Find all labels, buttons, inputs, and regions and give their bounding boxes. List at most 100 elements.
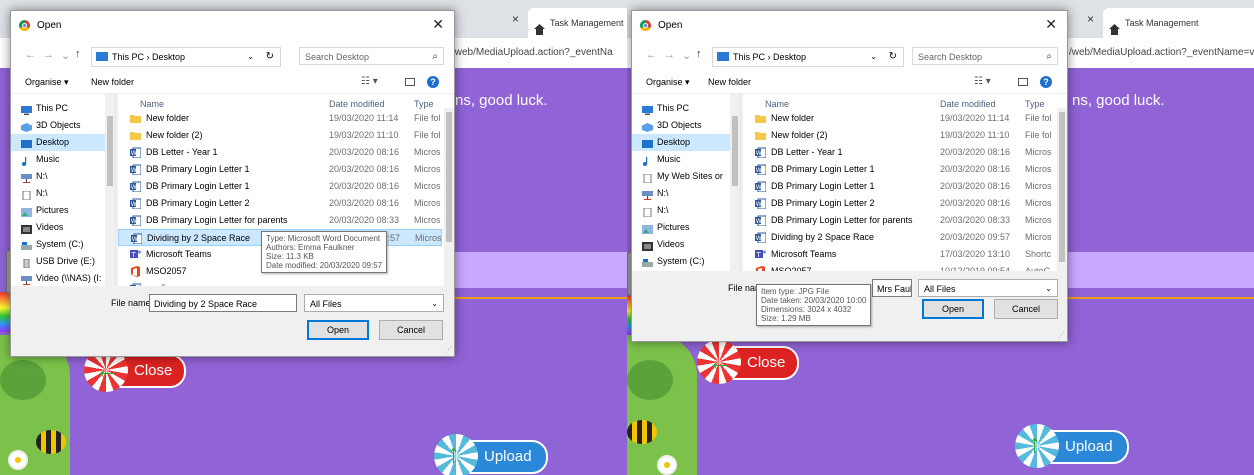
help-icon[interactable]: ?	[1040, 76, 1052, 88]
file-row[interactable]: W DB Letter - Year 1 20/03/2020 08:16 Micro…	[743, 144, 1055, 161]
file-row[interactable]: New folder (2) 19/03/2020 11:10 File fol	[743, 127, 1055, 144]
open-button[interactable]: Open	[307, 320, 369, 340]
file-row[interactable]: W Dividing by 2 Space Race 20/03/2020 09:5…	[743, 229, 1055, 246]
resize-grip-icon[interactable]: ⋰	[1058, 331, 1065, 339]
resize-grip-icon[interactable]: ⋰	[445, 346, 452, 354]
refresh-icon[interactable]: ↻	[266, 48, 274, 66]
nav-scrollbar[interactable]	[730, 94, 740, 294]
view-options-icon[interactable]: ☷ ▾	[361, 76, 378, 87]
column-header-name[interactable]: Name	[140, 99, 164, 109]
view-options-icon[interactable]: ☷ ▾	[974, 76, 991, 87]
file-date-modified: 20/03/2020 09:57	[940, 232, 1011, 242]
sidebar-item[interactable]: This PC	[640, 100, 689, 117]
file-row[interactable]: W DB Primary Login Letter 2 20/03/2020 08:…	[743, 195, 1055, 212]
sidebar-item[interactable]: System (C:)	[19, 236, 84, 253]
sidebar-item[interactable]: N:\	[640, 185, 669, 202]
file-name-input[interactable]: Dividing by 2 Space Race	[149, 294, 297, 312]
column-header-type[interactable]: Type	[414, 99, 434, 109]
file-row[interactable]: W DB Primary Login Letter for parents 20/0…	[743, 212, 1055, 229]
up-arrow-icon[interactable]: ↑	[75, 48, 81, 60]
browser-tab[interactable]: Task Management	[1103, 8, 1254, 38]
sidebar-item[interactable]: Video (\\NAS) (I:	[19, 270, 101, 287]
dialog-close-icon[interactable]: ✕	[1045, 16, 1057, 33]
sidebar-item[interactable]: Music	[640, 151, 681, 168]
file-name-input[interactable]: Mrs Faulkr	[872, 279, 912, 297]
breadcrumb[interactable]: This PC › Desktop ⌄ ↻	[712, 47, 904, 67]
recent-locations-icon[interactable]: ⌄	[61, 49, 70, 62]
file-row[interactable]: New folder (2) 19/03/2020 11:10 File fol	[118, 127, 442, 144]
preview-pane-icon[interactable]	[405, 78, 415, 86]
upload-button[interactable]: Upload	[434, 434, 548, 475]
open-button[interactable]: Open	[922, 299, 984, 319]
sidebar-item[interactable]: Desktop	[11, 134, 115, 151]
close-button[interactable]: Close	[84, 348, 187, 392]
breadcrumb[interactable]: This PC › Desktop ⌄ ↻	[91, 47, 281, 67]
close-button[interactable]: Close	[697, 340, 800, 384]
file-row[interactable]: W DB Letter - Year 1 20/03/2020 08:16 Micro…	[118, 144, 442, 161]
browser-tab[interactable]: Task Management	[528, 8, 627, 38]
file-list-scrollbar[interactable]	[1057, 108, 1067, 284]
column-header-date-modified[interactable]: Date modified	[329, 99, 385, 109]
file-list: Name Date modified Type New folder 19/03/…	[743, 94, 1067, 294]
file-type-select[interactable]: All Files ⌄	[304, 294, 444, 312]
chevron-down-icon[interactable]: ⌄	[247, 48, 254, 66]
sidebar-item[interactable]: Pictures	[640, 219, 690, 236]
file-row[interactable]: W DB Primary Login Letter 1 20/03/2020 08:…	[743, 178, 1055, 195]
sidebar-item[interactable]: This PC	[19, 100, 68, 117]
pc-icon	[21, 104, 32, 115]
column-header-date-modified[interactable]: Date modified	[940, 99, 996, 109]
file-row[interactable]: T Microsoft Teams 17/03/2020 13:10 Shortc	[743, 246, 1055, 263]
sidebar-item[interactable]: N:\	[640, 202, 669, 219]
sidebar-item[interactable]: Pictures	[19, 202, 69, 219]
sidebar-item[interactable]: Music	[19, 151, 60, 168]
sidebar-item[interactable]: My Web Sites or	[640, 168, 723, 185]
search-input[interactable]: Search Desktop ⌕	[912, 47, 1058, 65]
up-arrow-icon[interactable]: ↑	[696, 48, 702, 60]
file-row[interactable]: New folder 19/03/2020 11:14 File fol	[743, 110, 1055, 127]
tab-close-icon[interactable]: ×	[1087, 12, 1094, 26]
sidebar-item-label: This PC	[36, 103, 69, 113]
nav-scrollbar[interactable]	[105, 94, 115, 300]
file-row[interactable]: New folder 19/03/2020 11:14 File fol	[118, 110, 442, 127]
file-row[interactable]: W DB Primary Login Letter 1 20/03/2020 08:…	[118, 178, 442, 195]
preview-pane-icon[interactable]	[1018, 78, 1028, 86]
organise-menu[interactable]: Organise ▾	[25, 77, 69, 88]
sidebar-item[interactable]: 3D Objects	[19, 117, 81, 134]
help-icon[interactable]: ?	[427, 76, 439, 88]
file-row[interactable]: W DB Primary Login Letter for parents 20/0…	[118, 212, 442, 229]
upload-button[interactable]: Upload	[1015, 424, 1129, 468]
file-row[interactable]: W DB Primary Login Letter 2 20/03/2020 08:…	[118, 195, 442, 212]
tab-close-icon[interactable]: ×	[512, 12, 519, 26]
sidebar-item[interactable]: Desktop	[632, 134, 740, 151]
sidebar-item[interactable]: N:\	[19, 185, 48, 202]
sidebar-item[interactable]: Videos	[19, 219, 63, 236]
file-row[interactable]: W DB Primary Login Letter 1 20/03/2020 08:…	[118, 161, 442, 178]
organise-menu[interactable]: Organise ▾	[646, 77, 690, 88]
back-arrow-icon[interactable]: ←	[25, 49, 36, 61]
sidebar-item[interactable]: USB Drive (E:)	[19, 253, 95, 270]
dialog-close-icon[interactable]: ✕	[432, 16, 444, 33]
file-type-select[interactable]: All Files ⌄	[918, 279, 1058, 297]
new-folder-button[interactable]: New folder	[708, 77, 751, 87]
file-row[interactable]: W DB Primary Login Letter 1 20/03/2020 08:…	[743, 161, 1055, 178]
column-header-name[interactable]: Name	[765, 99, 789, 109]
sidebar-item[interactable]: N:\	[19, 168, 48, 185]
forward-arrow-icon[interactable]: →	[664, 49, 675, 61]
search-input[interactable]: Search Desktop ⌕	[299, 47, 444, 65]
chevron-down-icon[interactable]: ⌄	[870, 48, 877, 66]
address-bar[interactable]: /web/MediaUpload.action?_eventNa	[452, 38, 627, 69]
forward-arrow-icon[interactable]: →	[43, 49, 54, 61]
cancel-button[interactable]: Cancel	[994, 299, 1058, 319]
address-bar[interactable]: /web/MediaUpload.action?_eventName=vie	[1069, 38, 1254, 69]
sidebar-item[interactable]: Videos	[640, 236, 684, 253]
sidebar-item[interactable]: System (C:)	[640, 253, 705, 270]
recent-locations-icon[interactable]: ⌄	[682, 49, 691, 62]
sidebar-item-label: USB Drive (E:)	[36, 256, 96, 266]
back-arrow-icon[interactable]: ←	[646, 49, 657, 61]
new-folder-button[interactable]: New folder	[91, 77, 134, 87]
column-header-type[interactable]: Type	[1025, 99, 1045, 109]
cancel-button[interactable]: Cancel	[379, 320, 443, 340]
refresh-icon[interactable]: ↻	[889, 48, 897, 66]
file-list-scrollbar[interactable]	[444, 108, 454, 288]
sidebar-item[interactable]: 3D Objects	[640, 117, 702, 134]
